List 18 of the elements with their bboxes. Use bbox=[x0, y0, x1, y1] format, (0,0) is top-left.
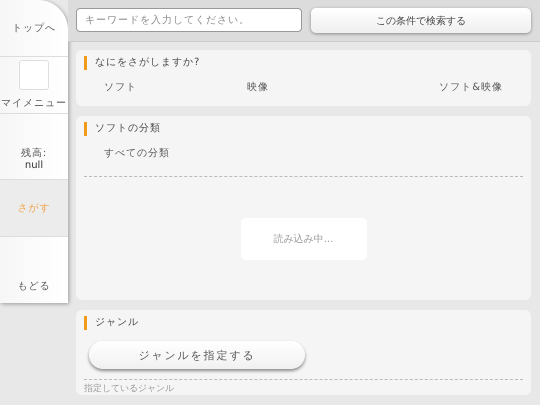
option-link[interactable]: ソフト&映像 bbox=[439, 80, 503, 94]
menu-label: マイメニュー bbox=[1, 97, 67, 110]
keyword-field[interactable]: キーワードを入力してください。 bbox=[76, 8, 302, 32]
balance-value: null bbox=[24, 160, 44, 171]
section-title: ソフトの分類 bbox=[84, 122, 523, 136]
genre-button[interactable]: ジャンルを指定する bbox=[89, 341, 305, 369]
genre-note: 指定しているジャンル bbox=[84, 382, 175, 395]
my-menu-item[interactable]: マイメニュー bbox=[0, 57, 68, 114]
search-button[interactable]: この条件で検索する bbox=[311, 8, 531, 33]
section-title: ジャンル bbox=[84, 316, 523, 330]
category-value[interactable]: すべての分類 bbox=[84, 136, 523, 176]
option-link[interactable]: 映像 bbox=[247, 80, 270, 94]
broken-image-icon bbox=[19, 60, 49, 90]
section-title: なにをさがしますか? bbox=[84, 56, 523, 70]
sidebar-item[interactable]: もどる bbox=[0, 236, 68, 303]
option-link[interactable]: ソフト bbox=[104, 80, 137, 94]
loading-message: 読み込み中... bbox=[240, 218, 366, 260]
balance-label: 残高: bbox=[20, 146, 48, 160]
